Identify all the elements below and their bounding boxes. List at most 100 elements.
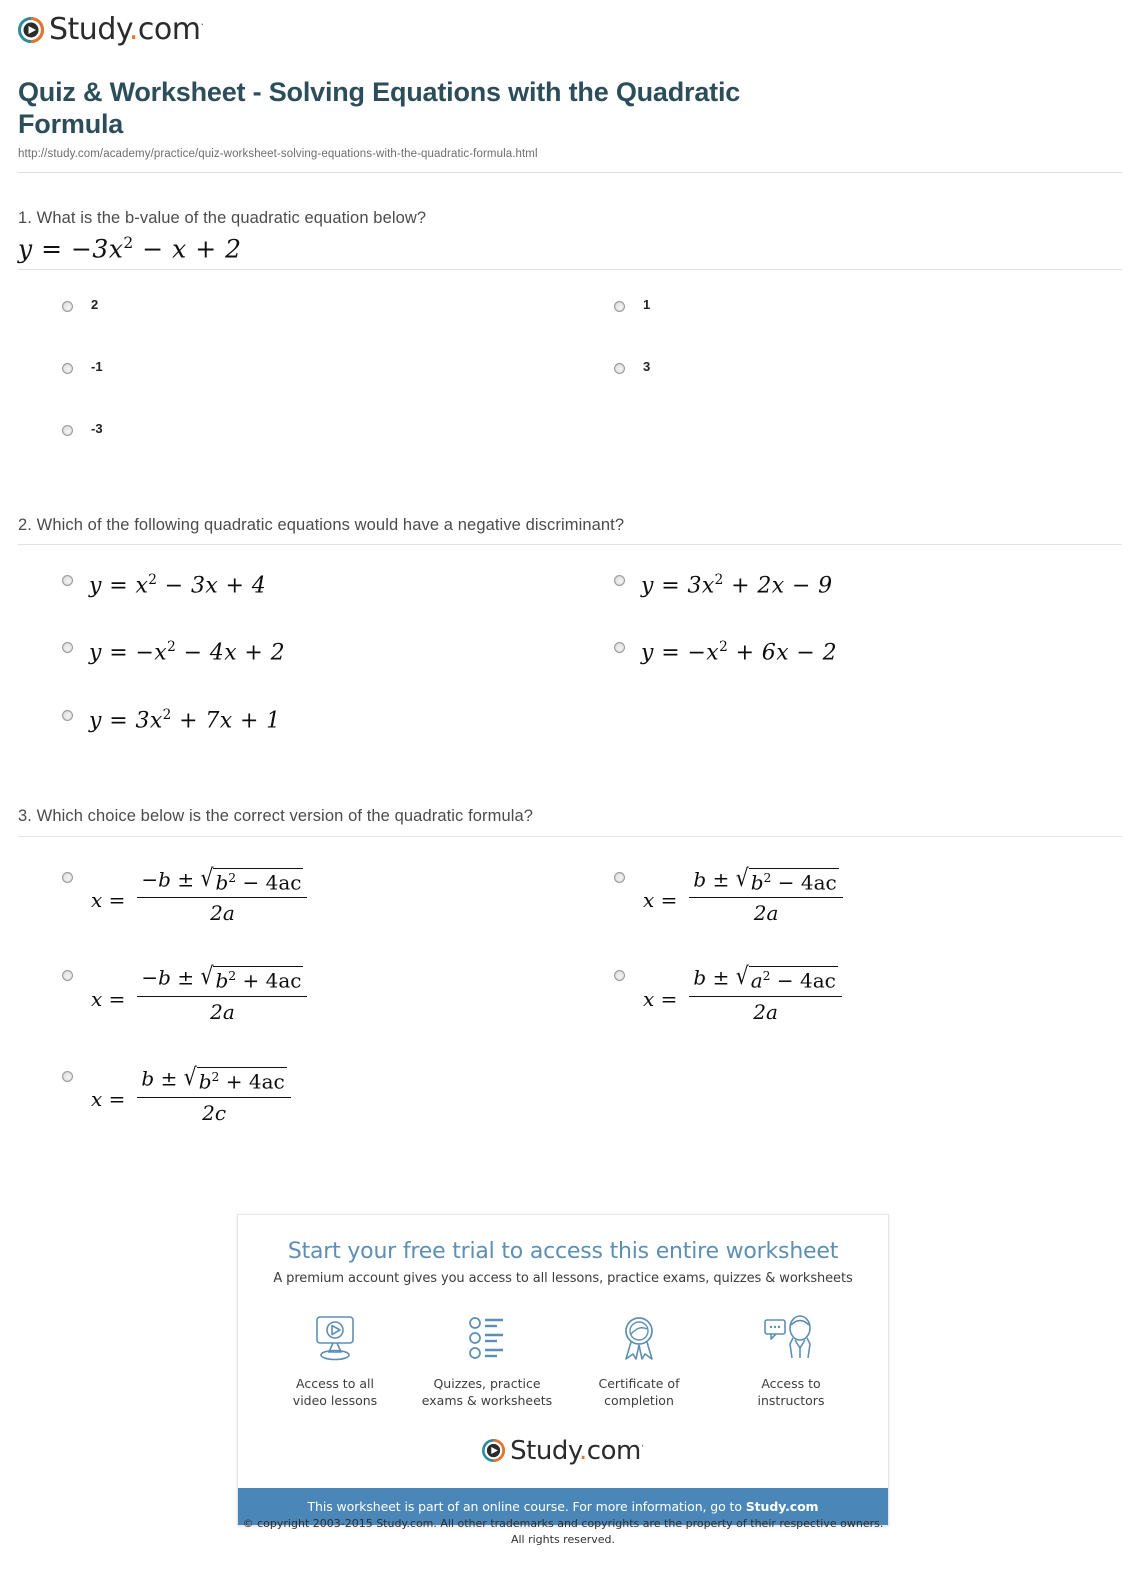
radicand-exponent: 2: [228, 869, 237, 885]
eq-post: − 4x + 2: [176, 640, 286, 666]
radicand-tail: − 4ac: [242, 870, 302, 895]
eq-pre: y = x: [89, 573, 149, 599]
checklist-icon: [411, 1310, 563, 1366]
copyright-notice: © copyright 2003-2015 Study.com. All oth…: [237, 1516, 889, 1548]
question-2-number: 2.: [18, 515, 32, 534]
logo-dot: .: [579, 1435, 587, 1466]
answer-option[interactable]: y = 3x2 + 7x + 1: [18, 707, 570, 734]
question-1-equation: y = −3x2 − x + 2: [18, 234, 1122, 263]
question-2-prompt: 2. Which of the following quadratic equa…: [18, 514, 1122, 536]
answer-option[interactable]: x = b ± √ b2 − 4ac 2a: [570, 862, 1122, 925]
fraction-denominator: 2a: [137, 995, 308, 1024]
fraction: b ± √ b2 + 4ac 2c: [137, 1065, 291, 1125]
radicand-tail: − 4ac: [776, 968, 836, 993]
logo-wordmark: Study.com·: [49, 12, 204, 47]
radio-button-icon[interactable]: [614, 574, 625, 586]
answer-option[interactable]: x = −b ± √ b2 − 4ac 2a: [18, 862, 570, 925]
answer-option[interactable]: x = b ± √ b2 + 4ac 2c: [18, 1065, 570, 1125]
play-circle-icon: [18, 16, 44, 43]
promo-bar-brand-link[interactable]: Study.com: [746, 1499, 819, 1514]
question-2-answers: y = x2 − 3x + 4 y = −x2 − 4x + 2 y = 3x2…: [18, 559, 1122, 734]
radio-button-icon[interactable]: [62, 709, 73, 721]
eq-pre: y = −x: [641, 640, 720, 666]
perk-item: Access to instructors: [715, 1310, 867, 1410]
answer-label: x = −b ± √ b2 − 4ac 2a: [83, 862, 308, 925]
answer-label: y = −x2 − 4x + 2: [83, 640, 285, 666]
radio-button-icon[interactable]: [614, 642, 625, 654]
fraction-numerator: −b ± √ b2 + 4ac: [137, 964, 307, 996]
question-3-number: 3.: [18, 807, 32, 826]
eq-pre: y = 3x: [89, 708, 163, 734]
answer-option[interactable]: -3: [18, 420, 570, 438]
answer-option[interactable]: y = 3x2 + 2x − 9: [570, 572, 1122, 599]
question-1-text: What is the b-value of the quadratic equ…: [36, 209, 427, 228]
fraction: −b ± √ b2 − 4ac 2a: [137, 862, 308, 925]
radio-button-icon[interactable]: [614, 300, 625, 312]
award-ribbon-icon: [563, 1310, 715, 1366]
answer-option[interactable]: 3: [570, 358, 1122, 376]
page-url: http://study.com/academy/practice/quiz-w…: [18, 148, 538, 161]
answer-option[interactable]: x = b ± √ a2 − 4ac 2a: [570, 964, 1122, 1024]
radicand-exponent: 2: [228, 968, 237, 984]
equation-exponent: 2: [123, 233, 134, 252]
radio-button-icon[interactable]: [62, 1070, 73, 1082]
logo-word-study: Study: [49, 12, 129, 47]
answer-label: 1: [643, 296, 651, 312]
answer-label: y = x2 − 3x + 4: [83, 572, 267, 599]
perk-item: Certificate of completion: [563, 1310, 715, 1410]
radio-button-icon[interactable]: [62, 300, 73, 312]
answer-label: x = b ± √ b2 + 4ac 2c: [83, 1065, 291, 1125]
radio-button-icon[interactable]: [62, 970, 73, 982]
radio-button-icon[interactable]: [62, 363, 73, 375]
answer-option[interactable]: y = −x2 + 6x − 2: [570, 640, 1122, 666]
square-root-icon: √ b2 − 4ac: [200, 862, 304, 895]
monitor-play-icon: [259, 1310, 411, 1366]
radicand-exponent: 2: [762, 968, 771, 984]
radio-button-icon[interactable]: [62, 425, 73, 437]
numerator-prefix: b ±: [693, 965, 730, 990]
answer-option[interactable]: y = −x2 − 4x + 2: [18, 640, 570, 666]
question-2-right-column: y = 3x2 + 2x − 9 y = −x2 + 6x − 2: [570, 559, 1122, 734]
play-circle-icon: [482, 1439, 506, 1462]
study-logo[interactable]: Study.com·: [18, 12, 204, 47]
fraction-numerator: b ± √ a2 − 4ac: [689, 964, 841, 996]
equation-base: y = −3x: [18, 233, 124, 263]
question-2: 2. Which of the following quadratic equa…: [0, 514, 1140, 734]
answer-option[interactable]: y = x2 − 3x + 4: [18, 572, 570, 599]
answer-option[interactable]: 2: [18, 296, 570, 314]
question-1-prompt: 1. What is the b-value of the quadratic …: [18, 207, 1122, 229]
promo-study-logo[interactable]: Study.com·: [258, 1436, 868, 1466]
logo-trademark: ·: [640, 1438, 645, 1452]
answer-option[interactable]: 1: [570, 296, 1122, 314]
fraction-numerator: b ± √ b2 − 4ac: [689, 862, 842, 898]
logo-word-study: Study: [510, 1435, 580, 1466]
fraction-denominator: 2c: [137, 1096, 291, 1125]
answer-option[interactable]: -1: [18, 358, 570, 376]
perk-item: Quizzes, practice exams & worksheets: [411, 1310, 563, 1410]
fraction-denominator: 2a: [689, 897, 843, 925]
answer-label: 2: [91, 296, 99, 312]
eq-post: + 7x + 1: [171, 708, 281, 734]
radio-button-icon[interactable]: [614, 363, 625, 375]
eq-pre: y = −x: [89, 640, 168, 666]
radicand-tail: + 4ac: [242, 968, 302, 993]
radio-button-icon[interactable]: [62, 642, 73, 654]
answer-label: y = −x2 + 6x − 2: [635, 640, 837, 666]
radicand-base: b: [750, 870, 764, 895]
radio-button-icon[interactable]: [62, 871, 73, 883]
perk-label: Quizzes, practice exams & worksheets: [421, 1376, 553, 1409]
promo-bar-text: This worksheet is part of an online cour…: [307, 1498, 746, 1514]
eq-post: − 3x + 4: [157, 573, 267, 599]
radio-button-icon[interactable]: [62, 574, 73, 586]
title-block: Quiz & Worksheet - Solving Equations wit…: [0, 48, 1140, 161]
radio-button-icon[interactable]: [614, 871, 625, 883]
fraction: b ± √ b2 − 4ac 2a: [689, 862, 843, 925]
answer-label: 3: [643, 359, 651, 375]
square-root-icon: √ b2 − 4ac: [735, 862, 839, 895]
radio-button-icon[interactable]: [614, 970, 625, 982]
perk-label: Access to instructors: [757, 1376, 825, 1409]
radicand-tail: − 4ac: [777, 870, 837, 895]
fraction: −b ± √ b2 + 4ac 2a: [137, 964, 308, 1024]
answer-option[interactable]: x = −b ± √ b2 + 4ac 2a: [18, 964, 570, 1024]
logo-word-com: com: [586, 1435, 642, 1466]
